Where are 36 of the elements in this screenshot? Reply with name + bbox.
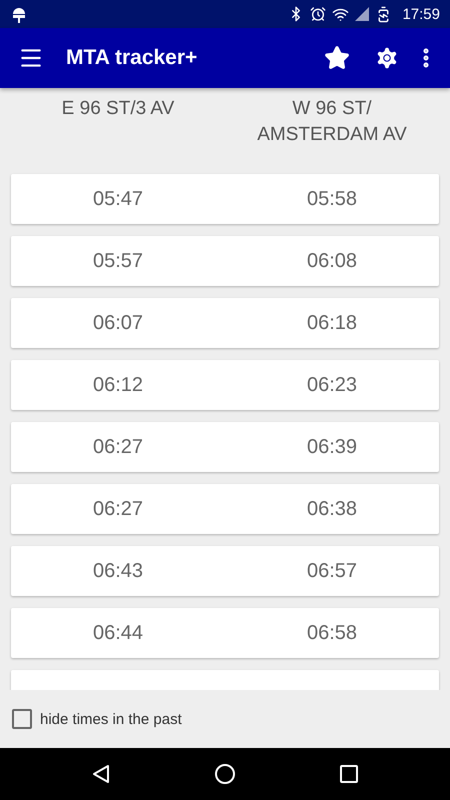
time-row[interactable]: 05:57 06:08 <box>11 236 439 286</box>
time-row[interactable]: 06:44 06:58 <box>11 608 439 658</box>
time-row[interactable]: 06:27 06:39 <box>11 422 439 472</box>
time-row[interactable]: 06:12 06:23 <box>11 360 439 410</box>
recents-icon[interactable] <box>338 764 359 784</box>
time-cell-text: 06:08 <box>306 250 358 272</box>
home-icon[interactable] <box>214 763 236 785</box>
time-cell-text: 06:57 <box>306 560 358 582</box>
app-title: MTA tracker+ <box>66 46 198 70</box>
time-row[interactable]: 06:27 06:38 <box>11 484 439 534</box>
signal-icon <box>355 7 370 21</box>
time-cell-text: 06:23 <box>306 374 358 396</box>
time-cell-text: 06:43 <box>92 560 144 582</box>
time-cell-text: 06:07 <box>92 312 144 334</box>
time-row[interactable]: 06:43 06:57 <box>11 546 439 596</box>
checkbox[interactable] <box>12 709 32 729</box>
time-cell-text: 05:47 <box>92 188 144 210</box>
time-cell-text: 06:58 <box>306 622 358 644</box>
time-cell-text: 05:58 <box>306 188 358 210</box>
time-cell-text: 06:39 <box>306 436 358 458</box>
time-cell-text: 06:44 <box>92 622 144 644</box>
star-icon[interactable] <box>324 45 350 71</box>
alarm-icon <box>310 6 326 22</box>
time-cell-text: 06:38 <box>306 498 358 520</box>
back-icon[interactable] <box>91 764 112 784</box>
column-header: W 96 ST/ AMSTERDAM AV <box>256 97 408 147</box>
column-header: E 96 ST/3 AV <box>60 97 176 121</box>
time-cell-text: 06:27 <box>92 436 144 458</box>
time-cell-text: 06:27 <box>92 498 144 520</box>
clock-time: 17:59 <box>402 6 440 22</box>
time-row[interactable]: 06:07 06:18 <box>11 298 439 348</box>
time-cell-text: 06:18 <box>306 312 358 334</box>
time-row[interactable]: 05:47 05:58 <box>11 174 439 224</box>
time-cell-text: 06:12 <box>92 374 144 396</box>
checkbox-label: hide times in the past <box>40 710 182 728</box>
time-cell-text: 05:57 <box>92 250 144 272</box>
